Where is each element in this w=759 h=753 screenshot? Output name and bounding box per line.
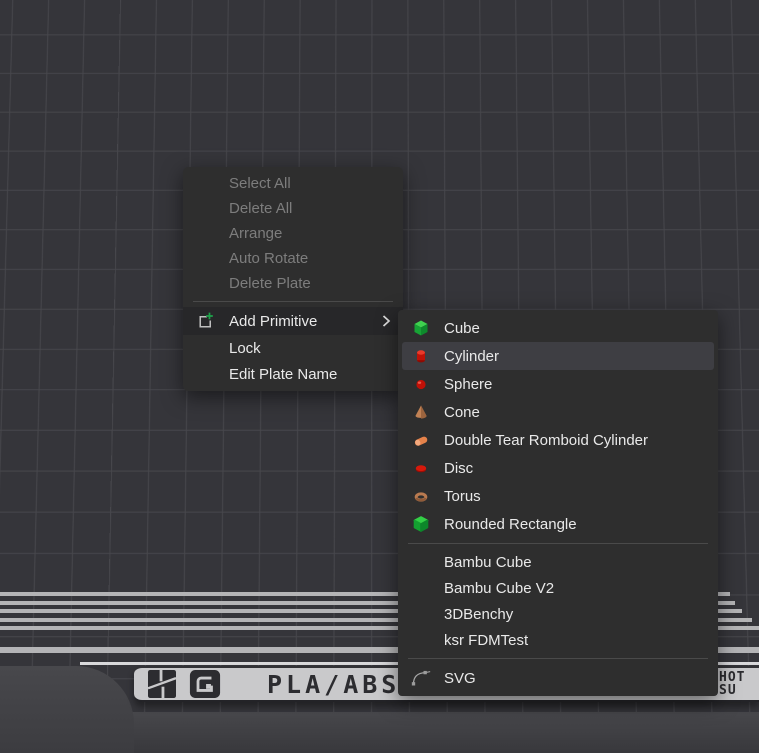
add-primitive-submenu: Cube Cylinder Sphere [398,310,718,696]
cube-icon [411,318,431,338]
menu-item-arrange[interactable]: Arrange [183,221,403,246]
sphere-icon [411,374,431,394]
menu-separator [408,658,708,659]
plate-type-logo-icon [189,670,221,698]
plate-context-menu: Select All Delete All Arrange Auto Rotat… [183,167,403,391]
rounded-rectangle-icon [411,514,431,534]
submenu-item-svg[interactable]: SVG [398,664,718,692]
bambu-logo-icon [147,670,177,698]
submenu-item-bambu-cube[interactable]: Bambu Cube [398,549,718,575]
chevron-right-icon [381,314,391,328]
menu-item-lock[interactable]: Lock [183,335,403,361]
submenu-item-3dbenchy[interactable]: 3DBenchy [398,601,718,627]
submenu-item-rounded-rectangle[interactable]: Rounded Rectangle [398,510,718,538]
submenu-item-cylinder[interactable]: Cylinder [402,342,714,370]
menu-separator [193,301,393,302]
hot-surface-warning-text: HOT SU [719,671,759,697]
menu-separator [408,543,708,544]
menu-item-delete-all[interactable]: Delete All [183,196,403,221]
viewport-3d[interactable]: PLA/ABS/PETG HOT SU Select All Delete Al… [0,0,759,753]
disc-icon [411,458,431,478]
submenu-item-cube[interactable]: Cube [398,314,718,342]
submenu-item-bambu-cube-v2[interactable]: Bambu Cube V2 [398,575,718,601]
menu-item-add-primitive[interactable]: Add Primitive [183,307,403,335]
menu-item-select-all[interactable]: Select All [183,171,403,196]
app-window: { "colors": { "plate_background": "#3535… [0,0,759,753]
bezier-curve-icon [411,668,431,688]
menu-item-auto-rotate[interactable]: Auto Rotate [183,246,403,271]
torus-icon [411,486,431,506]
submenu-item-disc[interactable]: Disc [398,454,718,482]
submenu-item-ksr-fdmtest[interactable]: ksr FDMTest [398,627,718,653]
submenu-item-double-tear-romboid-cylinder[interactable]: Double Tear Romboid Cylinder [398,426,718,454]
double-tear-romboid-cylinder-icon [411,430,431,450]
submenu-item-sphere[interactable]: Sphere [398,370,718,398]
cylinder-icon [411,346,431,366]
submenu-item-cone[interactable]: Cone [398,398,718,426]
add-primitive-icon [195,311,215,331]
submenu-item-torus[interactable]: Torus [398,482,718,510]
menu-item-edit-plate-name[interactable]: Edit Plate Name [183,361,403,387]
menu-item-delete-plate[interactable]: Delete Plate [183,271,403,296]
cone-icon [411,402,431,422]
